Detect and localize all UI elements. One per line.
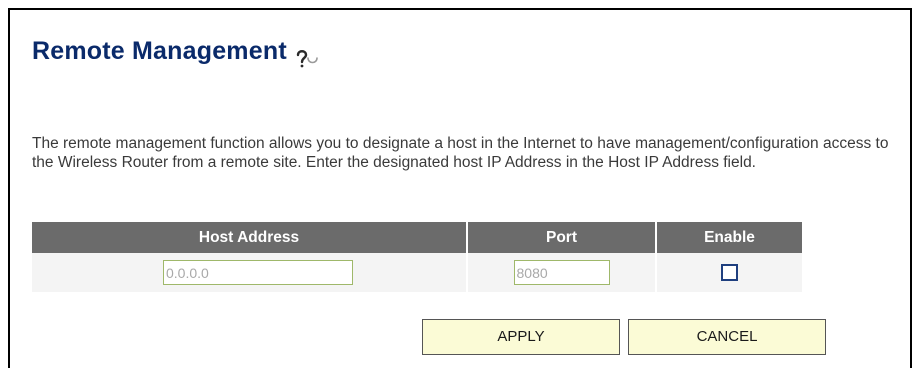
help-icon[interactable] — [293, 46, 319, 68]
page-title: Remote Management — [32, 37, 287, 65]
table-header-row: Host Address Port Enable — [32, 222, 802, 253]
enable-checkbox[interactable] — [721, 263, 738, 281]
remote-management-table: Host Address Port Enable — [32, 222, 802, 292]
content-frame: Remote Management The remote management … — [8, 8, 912, 368]
column-header-port: Port — [467, 222, 657, 253]
column-header-host-address: Host Address — [32, 222, 468, 253]
cancel-button[interactable]: CANCEL — [628, 319, 826, 355]
host-address-input[interactable] — [163, 260, 353, 285]
host-address-cell — [32, 253, 468, 292]
title-row: Remote Management — [32, 36, 319, 68]
enable-cell — [656, 253, 802, 292]
port-cell — [467, 253, 657, 292]
apply-button[interactable]: APPLY — [422, 319, 620, 355]
description-text: The remote management function allows yo… — [32, 135, 889, 171]
port-input[interactable] — [513, 260, 610, 285]
table-row — [32, 253, 802, 292]
column-header-enable: Enable — [656, 222, 802, 253]
